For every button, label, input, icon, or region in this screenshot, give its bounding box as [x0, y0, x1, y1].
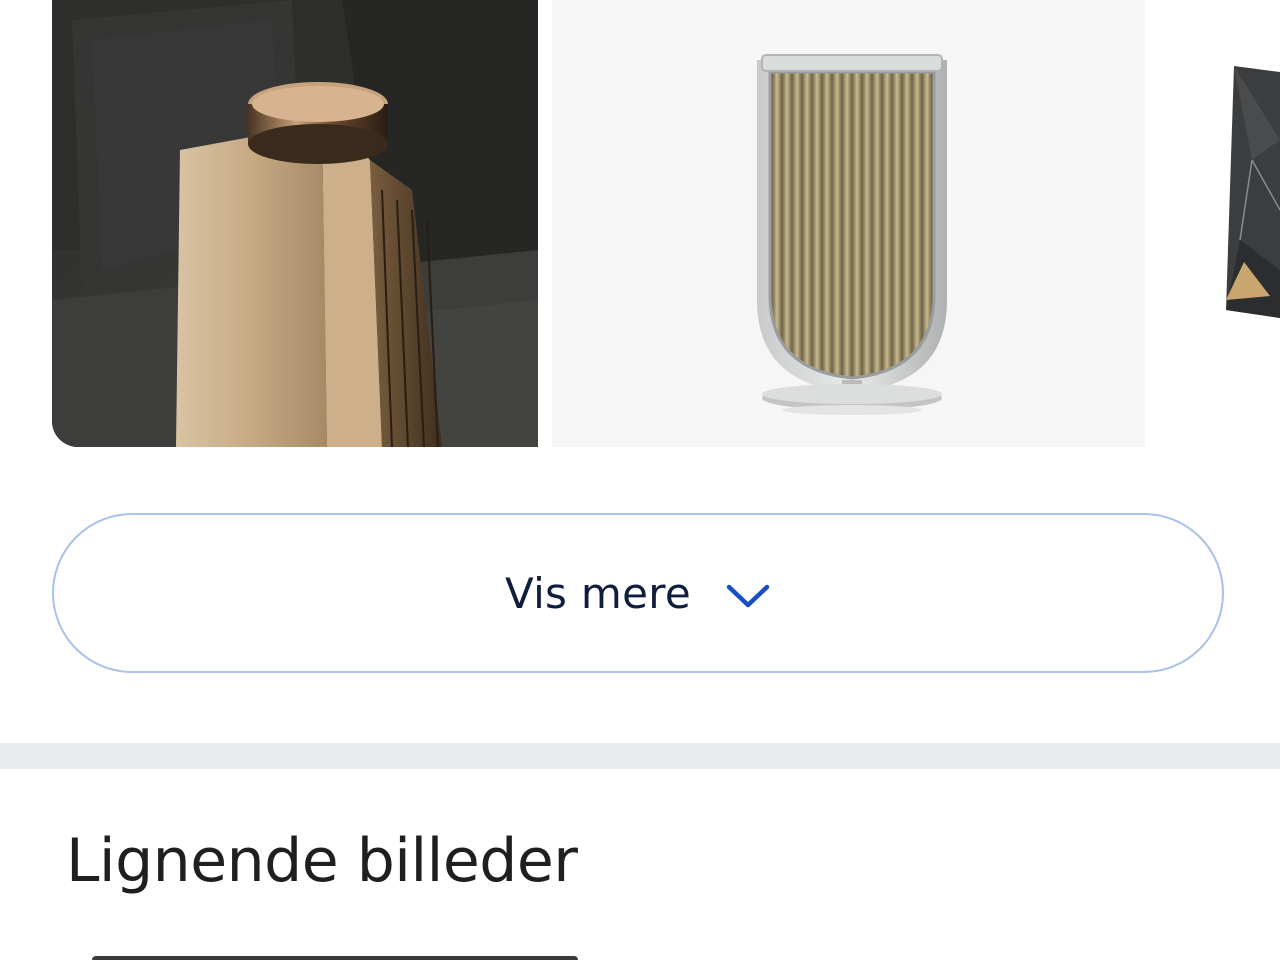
speaker-angular-image: [1160, 0, 1280, 447]
image-carousel[interactable]: [0, 0, 1280, 447]
result-image-1[interactable]: [52, 0, 538, 447]
speaker-bronze-image: [52, 0, 538, 447]
show-more-label: Vis mere: [504, 568, 692, 618]
similar-image-thumbnail[interactable]: [92, 956, 578, 960]
result-image-2[interactable]: [552, 0, 1145, 447]
section-divider: [0, 743, 1280, 769]
result-image-3[interactable]: [1160, 0, 1280, 447]
search-results-page: Vis mere Lignende billeder: [0, 0, 1280, 960]
chevron-down-icon: [725, 582, 771, 610]
similar-images-heading: Lignende billeder: [66, 826, 578, 896]
speaker-gold-image: [552, 0, 1145, 447]
show-more-button[interactable]: Vis mere: [52, 513, 1224, 673]
